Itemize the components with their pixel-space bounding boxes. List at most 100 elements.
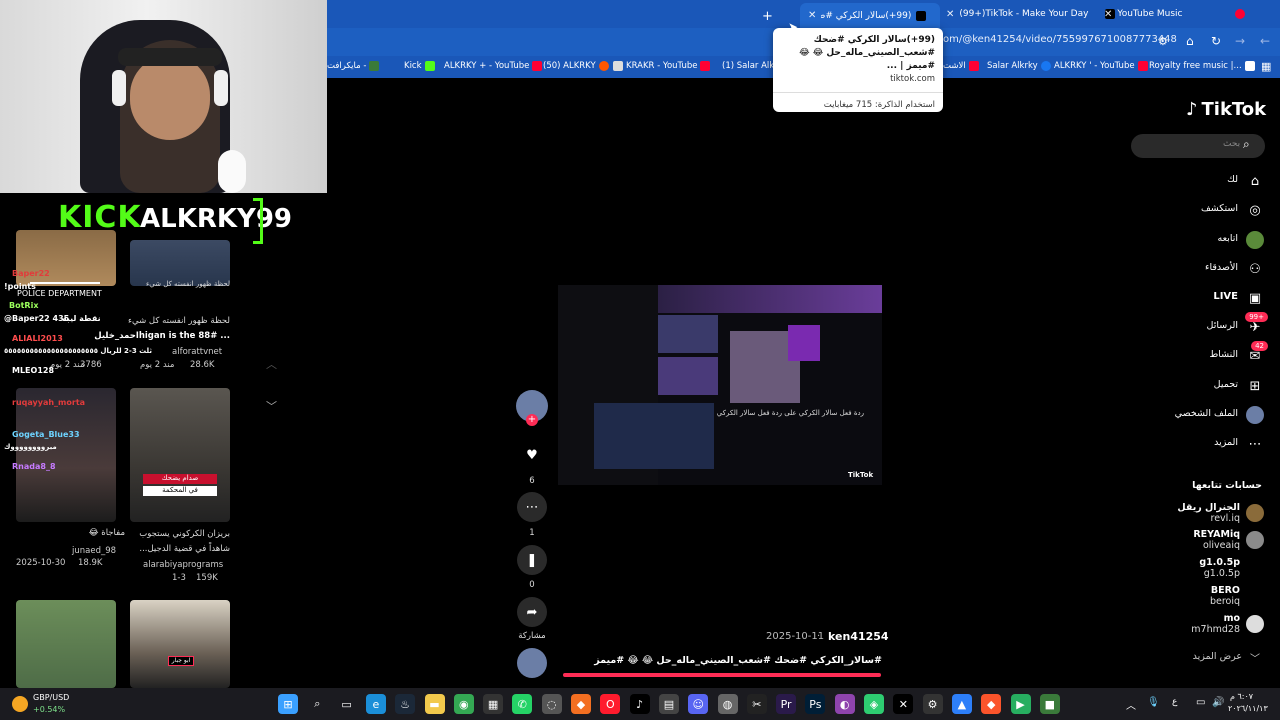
video-author[interactable]: alarabiyaprograms (143, 560, 223, 570)
video-progress-bar[interactable] (563, 673, 881, 677)
bookmark[interactable]: (50) ALKRKY (543, 61, 609, 71)
task-view-icon[interactable]: ▭ (337, 694, 357, 714)
app-icon[interactable]: ✕ (893, 694, 914, 714)
clock-time[interactable]: ٦:٠٧ م (1230, 692, 1253, 701)
volume-icon[interactable]: 🔊 (1212, 697, 1224, 708)
all-bookmarks-icon[interactable]: ▦ (1261, 60, 1271, 73)
settings-icon[interactable]: ⚙ (922, 694, 943, 714)
video-thumbnail[interactable]: ابو جبار (130, 600, 230, 688)
video-caption[interactable]: #سالار_الكركي #ضحك #شعب_الصيني_ماله_حل 😂… (594, 655, 882, 666)
discord-icon[interactable]: ☺ (688, 694, 709, 714)
url-field[interactable]: om/@ken41254/video/7559976710087773448 (943, 34, 1177, 45)
search-icon[interactable]: ⌕ (307, 694, 327, 714)
app-icon[interactable]: ◐ (834, 694, 855, 714)
sidebar-item-more[interactable]: المزيد ⋯ (1140, 435, 1270, 453)
following-account[interactable]: mo m7hmd28 (1150, 613, 1268, 637)
bookmark[interactable]: Royalty free music |... (1149, 61, 1255, 71)
app-icon[interactable]: ▤ (658, 694, 679, 714)
tab-active[interactable]: ✕ (99+)سالار الكركي #ضحك #شـ (800, 3, 940, 28)
steam-icon[interactable]: ♨ (395, 694, 416, 714)
following-account[interactable]: g1.0.5p g1.0.5p (1150, 557, 1268, 581)
close-tab-icon[interactable]: ✕ (946, 9, 954, 20)
sidebar-item-compass[interactable]: استكشف ◎ (1140, 201, 1270, 219)
brave-icon[interactable]: ◆ (981, 694, 1002, 714)
scroll-up-icon[interactable]: ︿ (266, 356, 277, 372)
follow-plus-icon[interactable]: + (526, 414, 538, 426)
see-more-link[interactable]: عرض المزيد (1160, 651, 1242, 662)
photoshop-icon[interactable]: Ps (805, 694, 826, 714)
following-account[interactable]: REYAMiq oliveaiq (1150, 529, 1268, 553)
home-icon[interactable]: ⌂ (1186, 34, 1194, 48)
sidebar-item-following[interactable]: اتابعه ● (1140, 231, 1270, 249)
search-box[interactable]: بحث ⌕ (1131, 134, 1265, 158)
weather-icon[interactable] (12, 696, 28, 712)
search-icon[interactable]: ⌕ (1243, 137, 1250, 152)
save-button[interactable]: ❚ (517, 545, 547, 575)
sidebar-item-live[interactable]: LIVE ▣ (1140, 289, 1270, 307)
music-disc-avatar[interactable] (517, 648, 547, 678)
video-author[interactable]: ken41254 (828, 630, 889, 643)
tiktok-icon[interactable]: ♪ (629, 694, 650, 714)
back-icon[interactable]: ← (1260, 34, 1270, 48)
sidebar-item-messages[interactable]: الرسائل ✈ 99+ (1140, 312, 1270, 336)
following-account[interactable]: الجنرال ريقل revl.iq (1150, 502, 1268, 526)
video-title[interactable]: بريزان الكركوني يستجوب (130, 529, 230, 539)
app-icon[interactable]: ◍ (717, 694, 738, 714)
bookmark[interactable]: ALKRKY ' - YouTube (1054, 61, 1148, 71)
chrome-icon[interactable]: ◉ (453, 694, 474, 714)
microphone-icon[interactable]: 🎙 (1147, 697, 1160, 708)
windows-start-icon[interactable]: ⊞ (278, 694, 298, 714)
app-icon[interactable]: ▶ (1010, 694, 1031, 714)
close-tab-icon[interactable]: ✕ (808, 10, 816, 21)
share-button[interactable]: ➦ (517, 597, 547, 627)
obs-icon[interactable]: ◌ (541, 694, 562, 714)
video-author[interactable]: junaed_98 (72, 546, 116, 556)
bookmark[interactable]: ALKRKY + - YouTube (444, 61, 543, 71)
forward-icon[interactable]: → (1235, 34, 1245, 48)
comment-button[interactable]: ⋯ (517, 492, 547, 522)
bookmark[interactable]: الاشت (943, 61, 979, 71)
like-button[interactable]: ♥ (517, 440, 547, 470)
keyboard-language-icon[interactable]: ع (1172, 697, 1177, 707)
tab-youtube-music[interactable]: ✕ YouTube Music (1104, 4, 1246, 24)
tab-tiktok[interactable]: ✕ (99+)TikTok - Make Your Day (946, 4, 1116, 24)
minecraft-icon[interactable]: ■ (1039, 694, 1060, 714)
app-icon[interactable]: ▲ (951, 694, 972, 714)
video-thumbnail[interactable] (16, 388, 116, 522)
video-player[interactable]: ردة فعل سالار الكركي على ردة فعل سالار ا… (594, 285, 882, 485)
close-tab-icon[interactable]: ✕ (1104, 9, 1112, 20)
video-title[interactable]: مفاجاة 😂 (89, 528, 125, 538)
file-explorer-icon[interactable]: ▬ (424, 694, 445, 714)
network-icon[interactable]: ▭ (1196, 697, 1205, 708)
bookmark[interactable]: KRAKR - YouTube (613, 61, 711, 71)
tiktok-logo[interactable]: ♪ TikTok (1186, 99, 1266, 120)
sidebar-item-activity[interactable]: النشاط ✉ 42 (1140, 341, 1270, 365)
opera-icon[interactable]: O (600, 694, 621, 714)
settings-icon[interactable]: ⚙ (1158, 35, 1168, 48)
video-thumbnail[interactable] (16, 600, 116, 688)
photos-icon[interactable]: ▦ (483, 694, 504, 714)
following-account[interactable]: BERO beroiq (1150, 585, 1268, 609)
premiere-icon[interactable]: Pr (776, 694, 797, 714)
video-title[interactable]: لحظة ظهور انفسته كل شيء (128, 316, 230, 326)
bookmark[interactable]: مايكرافت - (327, 61, 380, 71)
clock-date[interactable]: ٢٠٢٦/١١/١٣ (1228, 704, 1268, 713)
chevron-down-icon[interactable]: ﹀ (1250, 650, 1260, 665)
video-author[interactable]: alforattvnet (172, 347, 222, 357)
sidebar-item-friends[interactable]: الأصدقاء ⚇ (1140, 260, 1270, 278)
app-icon[interactable]: ◆ (571, 694, 591, 714)
video-thumbnail[interactable]: صدام يضحك في المحكمة (130, 388, 230, 522)
reload-icon[interactable]: ↻ (1211, 34, 1221, 48)
whatsapp-icon[interactable]: ✆ (512, 694, 533, 714)
bookmark[interactable]: Kick (404, 61, 435, 71)
edge-icon[interactable]: e (365, 694, 386, 714)
sidebar-item-home[interactable]: لك ⌂ (1140, 172, 1270, 190)
sidebar-item-profile[interactable]: الملف الشخصي ● (1140, 406, 1270, 424)
capcut-icon[interactable]: ✂ (746, 694, 767, 714)
scroll-down-icon[interactable]: ﹀ (266, 398, 277, 414)
new-tab-button[interactable]: + (762, 6, 773, 26)
app-icon[interactable]: ◈ (864, 694, 884, 714)
chevron-up-icon[interactable]: ︿ (1126, 697, 1136, 712)
video-title-line2[interactable]: ... higan is the 88#احمد_خليل (94, 331, 230, 341)
bookmark[interactable]: Salar Alkrky (987, 61, 1051, 71)
